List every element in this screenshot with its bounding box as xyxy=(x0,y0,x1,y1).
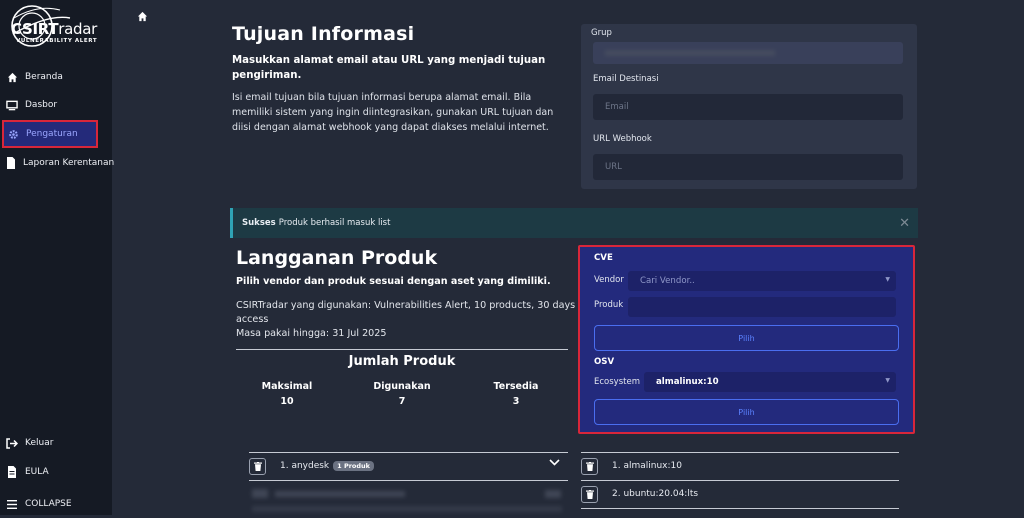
list-item-label: 2. ubuntu:20.04:lts xyxy=(612,489,699,499)
redacted-row xyxy=(545,490,561,498)
gear-icon xyxy=(7,128,19,140)
chevron-down-icon: ▼ xyxy=(885,377,890,384)
logo-tagline: VULNERABILITY ALERT xyxy=(16,38,98,44)
url-label: URL Webhook xyxy=(593,134,652,144)
product-count-title: Jumlah Produk xyxy=(348,354,456,369)
alert-strong: Sukses xyxy=(242,218,276,228)
list-divider xyxy=(581,508,899,509)
vendor-label: Vendor xyxy=(594,275,624,285)
redacted-row xyxy=(275,491,405,497)
document-icon xyxy=(6,466,18,478)
email-field[interactable]: Email xyxy=(593,94,903,120)
info-title: Tujuan Informasi xyxy=(232,23,415,45)
stat-value: 7 xyxy=(398,396,406,407)
info-description: Isi email tujuan bila tujuan informasi b… xyxy=(232,92,554,133)
vendor-select[interactable]: Cari Vendor.. ▼ xyxy=(628,271,896,291)
sidebar-item-label: EULA xyxy=(25,467,49,477)
logout-icon xyxy=(6,437,18,449)
trash-icon[interactable] xyxy=(581,485,598,503)
subscription-plan: CSIRTradar yang digunakan: Vulnerabiliti… xyxy=(236,300,576,325)
info-subtitle: Masukkan alamat email atau URL yang menj… xyxy=(232,55,546,81)
product-select[interactable] xyxy=(628,297,896,317)
sidebar-item-label: Pengaturan xyxy=(26,129,78,139)
chevron-down-icon: ▼ xyxy=(885,276,890,283)
redacted-row xyxy=(252,489,268,498)
url-field[interactable]: URL xyxy=(593,154,903,180)
ecosystem-label: Ecosystem xyxy=(594,377,640,387)
stat-value: 3 xyxy=(512,396,520,407)
subscription-expiry: Masa pakai hingga: 31 Jul 2025 xyxy=(236,328,387,339)
alert-message: Produk berhasil masuk list xyxy=(278,218,391,228)
breadcrumb-home-icon[interactable] xyxy=(137,7,148,26)
monitor-icon xyxy=(6,99,18,111)
close-icon[interactable]: ✕ xyxy=(899,216,910,231)
trash-icon[interactable] xyxy=(249,457,266,475)
sidebar-item-beranda[interactable]: Beranda xyxy=(0,63,112,91)
sidebar-item-label: Beranda xyxy=(25,72,63,82)
osv-list-item[interactable]: 2. ubuntu:20.04:lts xyxy=(581,481,899,507)
cve-list-item[interactable]: 1. anydesk 1 Produk xyxy=(249,453,568,479)
product-picker: CVE Vendor Cari Vendor.. ▼ Produk Pilih … xyxy=(578,245,915,434)
sidebar-item-label: Dasbor xyxy=(25,100,58,110)
ecosystem-value: almalinux:10 xyxy=(656,377,719,387)
stat-maksimal: Maksimal 10 xyxy=(237,379,337,409)
sidebar: CSIRTradar VULNERABILITY ALERT Beranda D… xyxy=(0,0,115,518)
subscription-title: Langganan Produk xyxy=(236,247,438,269)
chevron-down-icon[interactable] xyxy=(549,459,560,469)
redacted-group-value xyxy=(605,50,775,56)
osv-list-item[interactable]: 1. almalinux:10 xyxy=(581,453,899,479)
subscription-subtitle: Pilih vendor dan produk sesuai dengan as… xyxy=(236,276,551,287)
cve-section-title: CVE xyxy=(594,253,613,263)
group-select[interactable] xyxy=(593,42,903,64)
sidebar-item-label: COLLAPSE xyxy=(25,499,72,509)
product-label: Produk xyxy=(594,300,624,310)
divider xyxy=(236,349,568,350)
home-icon xyxy=(6,71,18,83)
sidebar-item-laporan-kerentanan[interactable]: Laporan Kerentanan xyxy=(0,149,115,177)
stat-label: Digunakan xyxy=(373,381,431,392)
stat-label: Tersedia xyxy=(493,381,539,392)
stat-digunakan: Digunakan 7 xyxy=(352,379,452,409)
product-count-badge: 1 Produk xyxy=(333,461,374,471)
file-icon xyxy=(6,157,16,169)
list-item-label: 1. anydesk xyxy=(280,461,330,471)
cve-pick-button[interactable]: Pilih xyxy=(594,325,899,351)
menu-icon xyxy=(6,498,18,510)
redacted-row xyxy=(252,506,562,512)
sidebar-item-dasbor[interactable]: Dasbor xyxy=(0,91,112,119)
stat-tersedia: Tersedia 3 xyxy=(466,379,566,409)
list-item-label: 1. almalinux:10 xyxy=(612,461,682,471)
stat-label: Maksimal xyxy=(261,381,313,392)
logo-brand: CSIRTradar xyxy=(11,20,98,38)
sidebar-item-eula[interactable]: EULA xyxy=(0,458,112,486)
sidebar-item-label: Laporan Kerentanan xyxy=(23,158,115,168)
ecosystem-select[interactable]: almalinux:10 ▼ xyxy=(644,372,896,392)
osv-pick-button[interactable]: Pilih xyxy=(594,399,899,425)
sidebar-item-keluar[interactable]: Keluar xyxy=(0,429,112,457)
trash-icon[interactable] xyxy=(581,457,598,475)
csirtradar-logo[interactable]: CSIRTradar VULNERABILITY ALERT xyxy=(8,4,104,56)
sidebar-collapse-button[interactable]: COLLAPSE xyxy=(0,490,112,518)
destination-form: Grup Email Destinasi Email URL Webhook U… xyxy=(581,24,917,189)
list-divider xyxy=(249,480,568,481)
sidebar-item-pengaturan[interactable]: Pengaturan xyxy=(2,120,98,148)
stat-value: 10 xyxy=(280,396,294,407)
success-alert: Sukses Produk berhasil masuk list ✕ xyxy=(230,208,918,238)
email-label: Email Destinasi xyxy=(593,74,659,84)
sidebar-item-label: Keluar xyxy=(25,438,54,448)
group-label: Grup xyxy=(591,28,612,38)
osv-section-title: OSV xyxy=(594,357,615,367)
vendor-placeholder: Cari Vendor.. xyxy=(640,276,695,286)
